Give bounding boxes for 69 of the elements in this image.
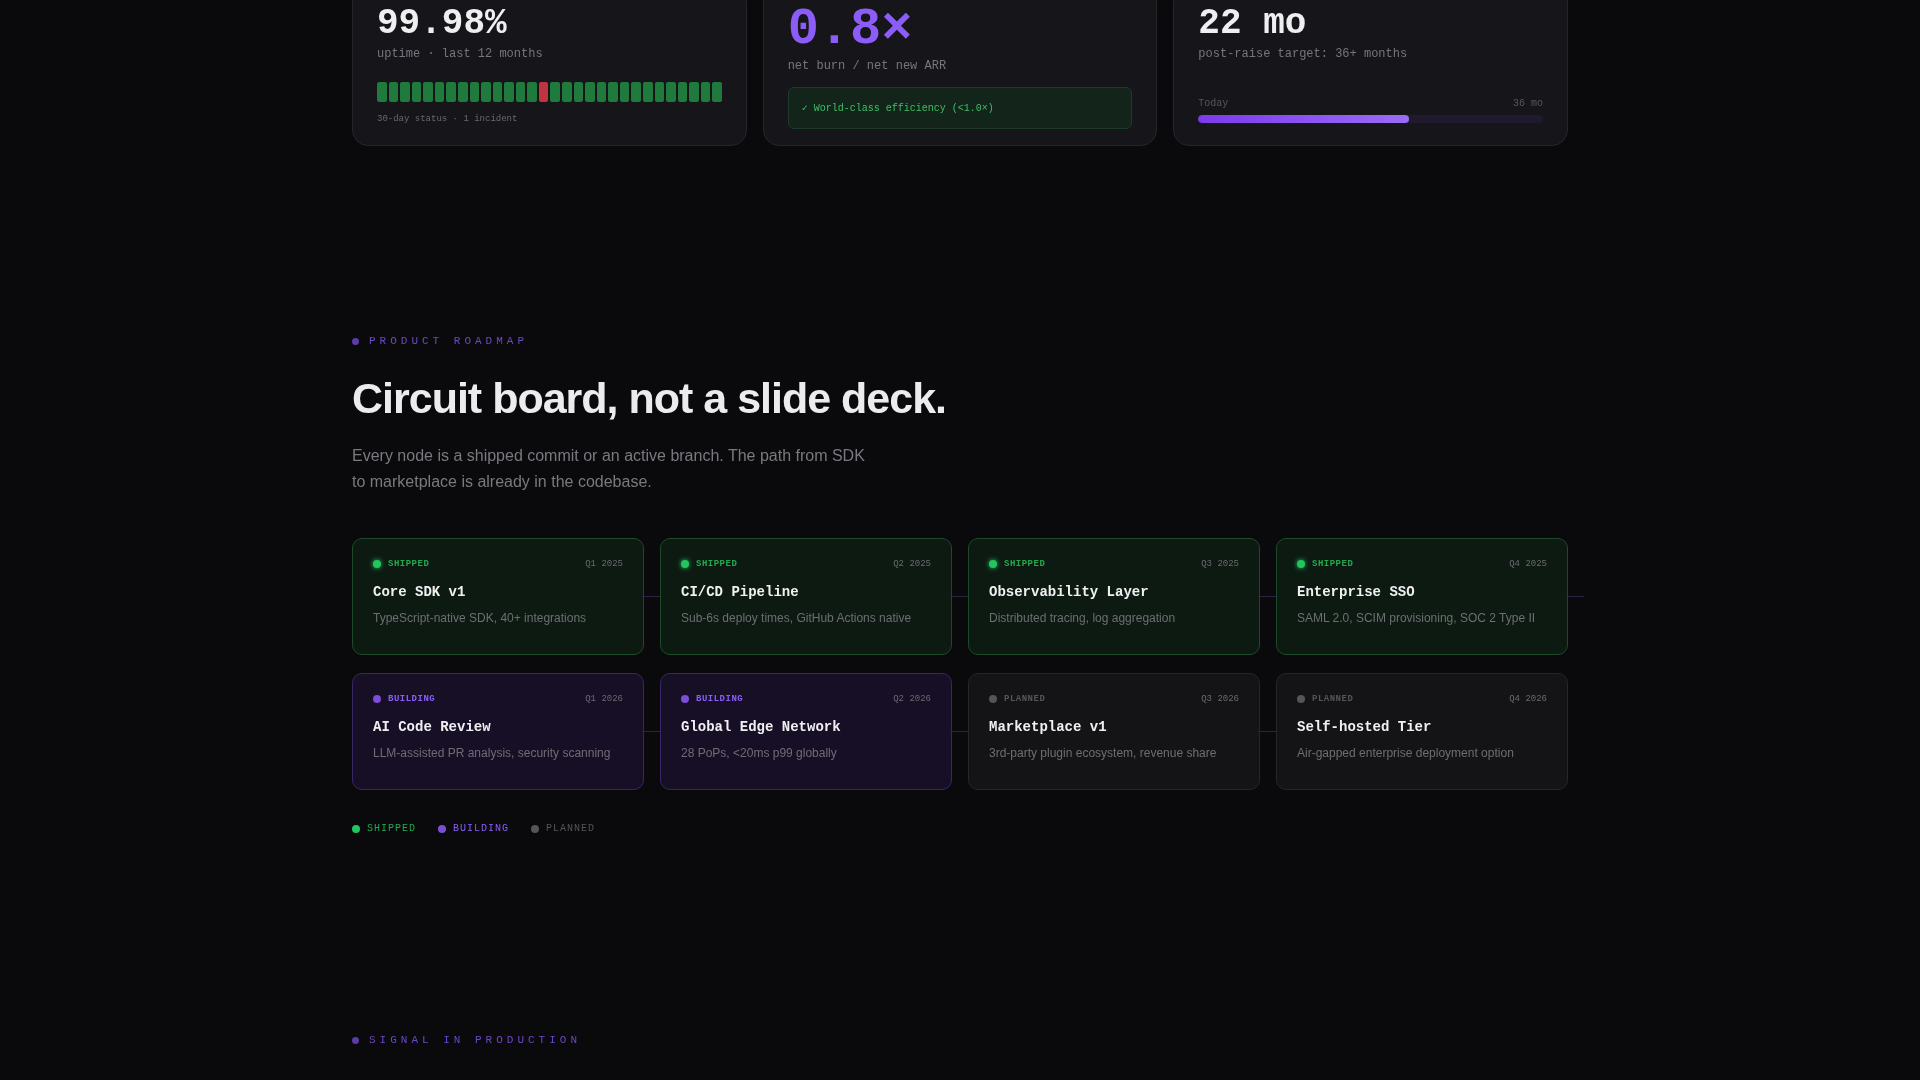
status-dot-icon xyxy=(681,695,689,703)
roadmap-title: Self-hosted Tier xyxy=(1297,719,1433,735)
section-eyebrow: PRODUCT ROADMAP xyxy=(369,335,529,347)
metric-value: 22 mo xyxy=(1198,5,1308,43)
roadmap-title: CI/CD Pipeline xyxy=(681,584,800,600)
section-eyebrow: SIGNAL IN PRODUCTION xyxy=(369,1034,582,1046)
connector-line xyxy=(1258,596,1276,597)
roadmap-title: Enterprise SSO xyxy=(1297,584,1416,600)
status-label: SHIPPED xyxy=(696,559,738,569)
roadmap-description: 3rd-party plugin ecosystem, revenue share xyxy=(989,746,1218,760)
roadmap-description: Air-gapped enterprise deployment option xyxy=(1297,746,1515,760)
metric-caption: uptime · last 12 months xyxy=(377,47,544,61)
quarter-label: Q2 2025 xyxy=(893,559,931,569)
quarter-label: Q2 2026 xyxy=(893,694,931,704)
status-label: BUILDING xyxy=(388,694,436,704)
roadmap-title: AI Code Review xyxy=(373,719,492,735)
legend-label: BUILDING xyxy=(453,823,510,834)
bullet-icon xyxy=(352,1036,359,1044)
metric-caption: net burn / net new ARR xyxy=(787,59,948,73)
roadmap-description: 28 PoPs, <20ms p99 globally xyxy=(681,746,838,760)
legend-dot-icon xyxy=(438,824,446,833)
roadmap-description: Sub-6s deploy times, GitHub Actions native xyxy=(681,611,913,625)
status-dot-icon xyxy=(989,695,997,703)
legend-label: PLANNED xyxy=(546,823,596,834)
roadmap-title: Observability Layer xyxy=(989,584,1150,600)
quarter-label: Q3 2026 xyxy=(1201,694,1239,704)
status-dot-icon xyxy=(1297,695,1305,703)
quarter-label: Q4 2026 xyxy=(1509,694,1547,704)
bullet-icon xyxy=(352,337,359,345)
quarter-label: Q1 2026 xyxy=(585,694,623,704)
section-intro: Every node is a shipped commit or an active branch. The path from SDK to marketplace is already in the codebase. xyxy=(352,446,866,492)
metric-value: 99.98% xyxy=(377,5,508,43)
connector-line xyxy=(642,596,660,597)
connector-line xyxy=(1566,596,1584,597)
status-note: 30-day status · 1 incident xyxy=(377,114,518,124)
roadmap-title: Marketplace v1 xyxy=(989,719,1108,735)
status-label: SHIPPED xyxy=(1004,559,1046,569)
connector-line xyxy=(642,731,660,732)
roadmap-description: TypeScript-native SDK, 40+ integrations xyxy=(373,611,588,625)
status-label: BUILDING xyxy=(696,694,744,704)
status-dot-icon xyxy=(1297,560,1305,568)
roadmap-title: Core SDK v1 xyxy=(373,584,467,600)
progress-end-label: 36 mo xyxy=(1512,98,1543,109)
status-label: PLANNED xyxy=(1004,694,1046,704)
connector-line xyxy=(1258,731,1276,732)
status-label: SHIPPED xyxy=(388,559,430,569)
status-dot-icon xyxy=(373,560,381,568)
connector-line xyxy=(950,596,968,597)
legend-label: SHIPPED xyxy=(367,823,416,834)
roadmap-description: Distributed tracing, log aggregation xyxy=(989,611,1177,625)
quarter-label: Q1 2025 xyxy=(585,559,623,569)
roadmap-title: Global Edge Network xyxy=(681,719,842,735)
quarter-label: Q3 2025 xyxy=(1201,559,1239,569)
progress-start-label: Today xyxy=(1198,98,1229,109)
roadmap-description: SAML 2.0, SCIM provisioning, SOC 2 Type II xyxy=(1297,611,1537,625)
legend-dot-icon xyxy=(352,824,360,833)
quarter-label: Q4 2025 xyxy=(1509,559,1547,569)
metric-value: 0.8× xyxy=(787,5,914,55)
section-title: Circuit board, not a slide deck. xyxy=(352,373,948,423)
status-dot-icon xyxy=(989,560,997,568)
efficiency-badge: ✓ World-class efficiency (<1.0×) xyxy=(787,87,1133,129)
metric-caption: post-raise target: 36+ months xyxy=(1198,47,1409,61)
status-label: PLANNED xyxy=(1312,694,1354,704)
status-label: SHIPPED xyxy=(1312,559,1354,569)
status-dot-icon xyxy=(681,560,689,568)
connector-line xyxy=(950,731,968,732)
roadmap-description: LLM-assisted PR analysis, security scanning xyxy=(373,746,612,760)
legend-dot-icon xyxy=(531,824,540,833)
status-dot-icon xyxy=(373,695,381,703)
